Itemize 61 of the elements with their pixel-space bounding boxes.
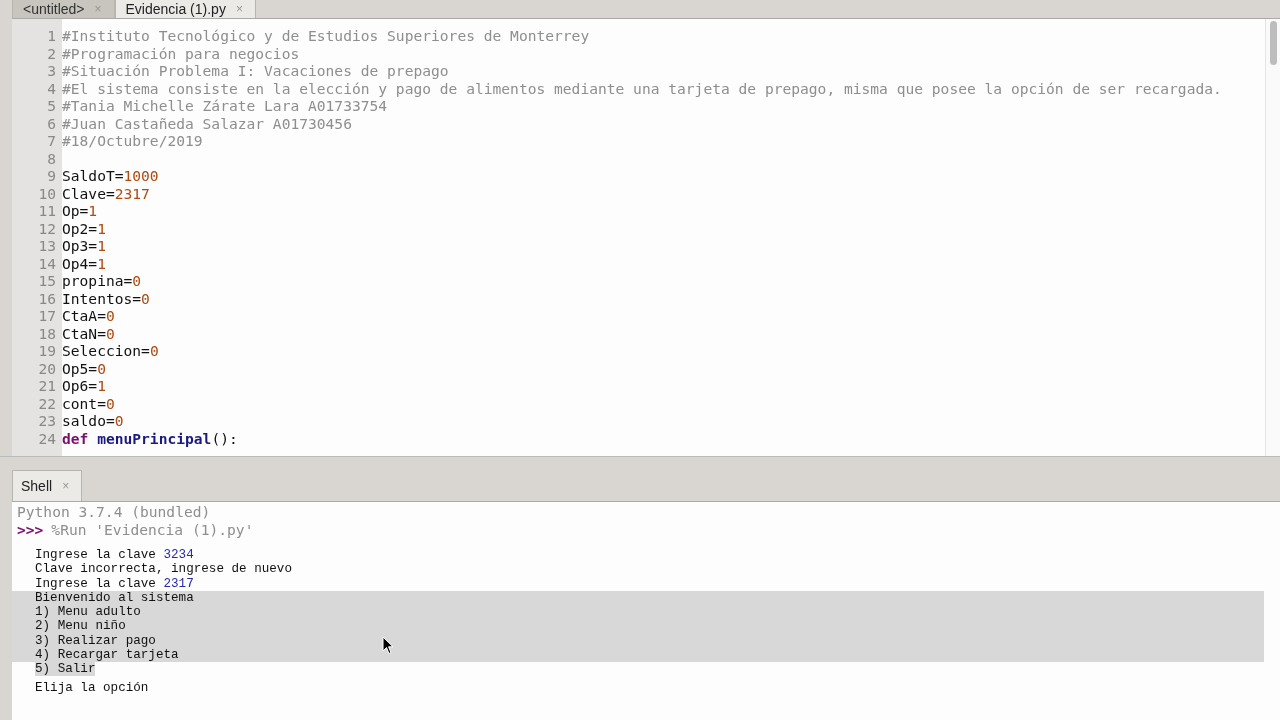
code-line: Intentos=0 xyxy=(62,289,150,307)
version-text: Python 3.7.4 (bundled) xyxy=(17,503,211,520)
code-line: Op=1 xyxy=(62,202,98,219)
scrollbar-thumb[interactable] xyxy=(1269,21,1277,65)
code-editor[interactable] xyxy=(12,18,1280,456)
code-line: Op3=1 xyxy=(62,237,106,254)
line-number: 24 xyxy=(37,429,56,447)
line-number: 16 xyxy=(37,289,56,307)
line-number: 18 xyxy=(37,324,56,342)
output-line: Elija la opción xyxy=(35,680,149,695)
code-line: CtaN=0 xyxy=(62,324,115,342)
line-number: 11 xyxy=(37,202,56,220)
line-number: 8 xyxy=(46,149,56,167)
line-number: 19 xyxy=(37,342,56,360)
code-line: #El sistema consiste en la elección y pago de alimentos mediante una tarjeta de prepago, misma que posee la opción de ser recargada. xyxy=(62,79,1222,97)
code-line: Clave=2317 xyxy=(62,184,150,202)
code-line: def menuPrincipal(): xyxy=(62,429,238,447)
line-number: 3 xyxy=(46,62,56,80)
output-line: Ingrese la clave 3234 xyxy=(35,548,194,562)
code-line: #Instituto Tecnológico y de Estudios Superiores de Monterrey xyxy=(62,27,590,44)
output-line: Ingrese la clave 2317 xyxy=(35,576,194,591)
line-number: 12 xyxy=(37,219,56,237)
line-number: 22 xyxy=(37,394,56,412)
code-line: #Juan Castañeda Salazar A01730456 xyxy=(62,114,352,132)
line-number: 5 xyxy=(46,97,56,115)
line-number: 7 xyxy=(46,132,56,150)
code-line: SaldoT=1000 xyxy=(62,167,159,184)
code-line: #Programación para negocios xyxy=(62,44,300,62)
line-number: 17 xyxy=(37,307,56,325)
code-line: #Tania Michelle Zárate Lara A01733754 xyxy=(62,97,388,114)
line-number: 6 xyxy=(46,114,56,132)
mouse-pointer-icon xyxy=(382,636,394,655)
code-line: #18/Octubre/2019 xyxy=(62,132,203,149)
code-line: Op6=1 xyxy=(62,377,106,394)
line-number: 21 xyxy=(37,377,56,395)
line-number: 14 xyxy=(37,254,56,272)
line-number: 1 xyxy=(46,27,56,45)
shell-tab[interactable]: Shell × xyxy=(12,470,83,501)
code-line: Op5=0 xyxy=(62,359,106,377)
code-line: Seleccion=0 xyxy=(62,342,159,359)
line-number: 23 xyxy=(37,412,56,430)
code-line: cont=0 xyxy=(62,394,115,412)
output-line: Clave incorrecta, ingrese de nuevo xyxy=(35,562,292,577)
code-line: #Situación Problema I: Vacaciones de prepago xyxy=(62,62,449,79)
line-number: 10 xyxy=(37,184,56,202)
line-number: 13 xyxy=(37,237,56,255)
code-line: CtaA=0 xyxy=(62,307,115,324)
line-number: 20 xyxy=(37,359,56,377)
shell-prompt: >>> xyxy=(17,520,44,538)
line-number: 15 xyxy=(37,272,56,290)
shell-panel[interactable] xyxy=(12,501,1280,720)
line-number: 2 xyxy=(46,44,56,62)
line-number: 4 xyxy=(46,79,56,97)
code-line: Op4=1 xyxy=(62,254,106,272)
shell-command: %Run 'Evidencia (1).py' xyxy=(51,520,254,538)
code-line: propina=0 xyxy=(62,272,142,289)
code-line: Op2=1 xyxy=(62,219,106,237)
code-line: saldo=0 xyxy=(62,412,124,429)
editor-tab[interactable]: Evidencia (1).py × xyxy=(114,0,256,18)
line-number: 9 xyxy=(46,167,56,185)
editor-tab[interactable]: <untitled> × xyxy=(12,0,115,18)
